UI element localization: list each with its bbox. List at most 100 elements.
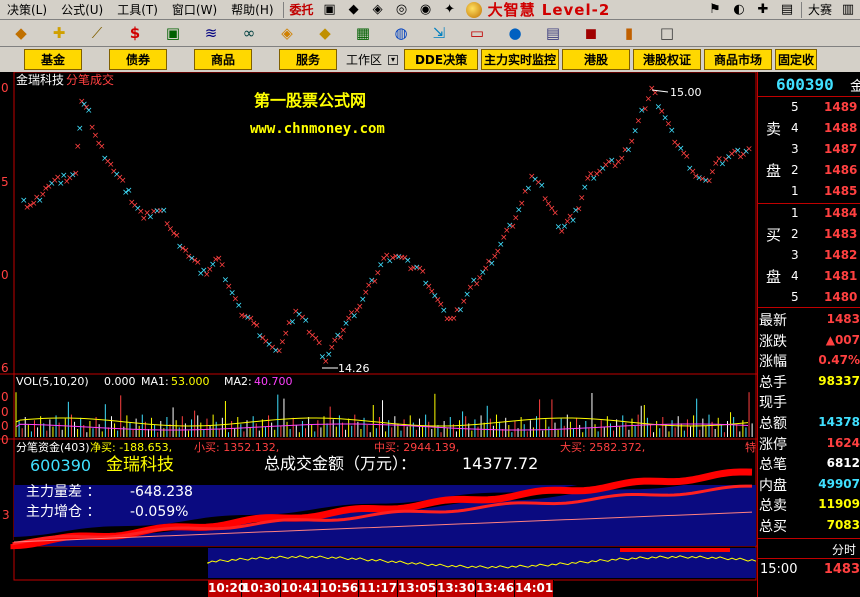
total-amount-value: 14377.72 xyxy=(462,454,539,473)
brand-title: 大智慧 Level-2 xyxy=(487,1,611,19)
menu-decision[interactable]: 决策(L) xyxy=(0,0,54,20)
menu-tools[interactable]: 工具(T) xyxy=(110,0,165,20)
stat-label: 总卖 xyxy=(759,498,787,515)
chart-icon[interactable]: ▮ xyxy=(612,22,646,44)
card-icon[interactable]: ▭ xyxy=(460,22,494,44)
time-axis-label: 10:30 xyxy=(242,580,281,597)
stat-label: 涨停 xyxy=(759,436,787,453)
tool-icon-5[interactable]: ◉ xyxy=(414,1,438,19)
buy-level-price[interactable]: 1483 xyxy=(824,227,857,241)
ball-icon[interactable]: ● xyxy=(498,22,532,44)
stat-label: 内盘 xyxy=(759,477,787,494)
decision-icon[interactable]: ◆ xyxy=(4,22,38,44)
box-icon[interactable]: □ xyxy=(650,22,684,44)
main-monitor-button[interactable]: 主力实时监控 xyxy=(481,49,560,70)
workarea-dropdown[interactable]: 工作区 ▾ xyxy=(340,49,404,70)
sell-side-label-1: 卖 xyxy=(766,120,782,138)
buy-level-number: 5 xyxy=(791,290,799,304)
lower-red-marker xyxy=(620,548,730,552)
stat-value: 98337 xyxy=(818,373,860,388)
menu-help[interactable]: 帮助(H) xyxy=(224,0,280,20)
low-price-label: 14.26 xyxy=(338,362,370,375)
books-icon[interactable]: ▥ xyxy=(836,1,860,19)
sell-level-price[interactable]: 1485 xyxy=(824,184,857,198)
fund-button[interactable]: 基金 xyxy=(24,49,82,70)
tool-icon-8[interactable]: ◐ xyxy=(727,1,751,19)
fixed-income-button[interactable]: 固定收 xyxy=(775,49,818,70)
stat-value: ▲007 xyxy=(825,332,860,347)
tick-mark: × xyxy=(518,199,526,209)
menu-formula[interactable]: 公式(U) xyxy=(54,0,110,20)
menu-separator xyxy=(282,1,284,18)
export-icon[interactable]: ⇲ xyxy=(422,22,456,44)
fenshi-tab[interactable]: 分时 xyxy=(832,541,856,558)
menu-window[interactable]: 窗口(W) xyxy=(165,0,224,20)
time-axis: 10:20 10:30 10:41 10:56 11:17 13:05 13:30 13:46… xyxy=(208,580,554,597)
binoculars-icon[interactable]: ∞ xyxy=(232,22,266,44)
service-button[interactable]: 服务 xyxy=(279,49,337,70)
tool-icon-2[interactable]: ◆ xyxy=(342,1,366,19)
dropdown-icon: ▾ xyxy=(388,54,399,65)
tick-mark: × xyxy=(275,346,283,356)
hk-warrant-button[interactable]: 港股权证 xyxy=(633,49,702,70)
tick-mark: × xyxy=(581,183,589,193)
dde-button[interactable]: DDE决策 xyxy=(404,49,479,70)
buy-level-price[interactable]: 1484 xyxy=(824,206,857,220)
divider xyxy=(758,307,860,308)
buy-level-number: 1 xyxy=(791,206,799,220)
buy-level-number: 4 xyxy=(791,269,799,283)
tick-mark: × xyxy=(419,267,427,277)
table-icon[interactable]: ▤ xyxy=(536,22,570,44)
sell-level-number: 5 xyxy=(791,100,799,114)
chart-area[interactable]: × × × × × × × × × × × × × × × × × × × × × × × × × × × × × × × × × × × × × × × ×… xyxy=(0,72,757,597)
analysis-icon[interactable]: ≋ xyxy=(194,22,228,44)
tail-label: 特 xyxy=(745,441,756,454)
tool-icon-7[interactable]: ⚑ xyxy=(703,1,727,19)
dollar-icon[interactable]: $ xyxy=(118,22,152,44)
hk-stock-button[interactable]: 港股 xyxy=(562,49,631,70)
buy-level-price[interactable]: 1481 xyxy=(824,269,857,283)
doc-icon[interactable]: ▦ xyxy=(346,22,380,44)
tool-icon-3[interactable]: ◈ xyxy=(366,1,390,19)
tick-mark: × xyxy=(85,106,93,116)
diamond-icon[interactable]: ◆ xyxy=(308,22,342,44)
tape-icon[interactable]: ▣ xyxy=(156,22,190,44)
vol-y-tick: 0 xyxy=(1,390,9,404)
tick-mark: × xyxy=(628,137,636,147)
commodity-button[interactable]: 商品 xyxy=(194,49,252,70)
sell-level-price[interactable]: 1488 xyxy=(824,121,857,135)
last-tick-time: 15:00 xyxy=(760,562,798,577)
info-icon[interactable]: ◼ xyxy=(574,22,608,44)
commodity-market-button[interactable]: 商品市场 xyxy=(704,49,773,70)
buy-level-price[interactable]: 1482 xyxy=(824,248,857,262)
dasai-button[interactable]: 大赛 xyxy=(804,1,836,18)
tool-icon-9[interactable]: ✚ xyxy=(751,1,775,19)
weituo-button[interactable]: 委托 xyxy=(286,1,318,18)
tick-mark: × xyxy=(705,176,713,186)
sell-level-price[interactable]: 1487 xyxy=(824,142,857,156)
buy-level-price[interactable]: 1480 xyxy=(824,290,857,304)
tool-icon-6[interactable]: ✦ xyxy=(438,1,462,19)
fund-stock-name: 金瑞科技 xyxy=(106,455,174,475)
stat-value: 1624 xyxy=(826,435,860,450)
tool-icon-4[interactable]: ◎ xyxy=(390,1,414,19)
ma2-value: 40.700 xyxy=(254,375,293,388)
sell-level-price[interactable]: 1489 xyxy=(824,100,857,114)
tick-mark: × xyxy=(525,184,533,194)
globe-icon[interactable]: ◍ xyxy=(384,22,418,44)
time-axis-label: 11:17 xyxy=(359,580,398,597)
tool-icon-1[interactable]: ▣ xyxy=(318,1,342,19)
vol-y-tick: 0 xyxy=(1,405,9,419)
y-tick: 5 xyxy=(1,175,9,189)
tick-mark: × xyxy=(218,260,226,270)
ruler-icon[interactable]: ⟋ xyxy=(80,22,114,44)
bond-button[interactable]: 债券 xyxy=(109,49,167,70)
gold-icon[interactable]: ◈ xyxy=(270,22,304,44)
sell-level-price[interactable]: 1486 xyxy=(824,163,857,177)
last-tick-price: 1483 xyxy=(823,562,860,577)
tool-icon-10[interactable]: ▤ xyxy=(775,1,799,19)
stat-label: 涨跌 xyxy=(759,333,787,350)
stat-value: 7083 xyxy=(826,518,860,532)
nav-icon[interactable]: ✚ xyxy=(42,22,76,44)
time-axis-label: 10:41 xyxy=(281,580,320,597)
